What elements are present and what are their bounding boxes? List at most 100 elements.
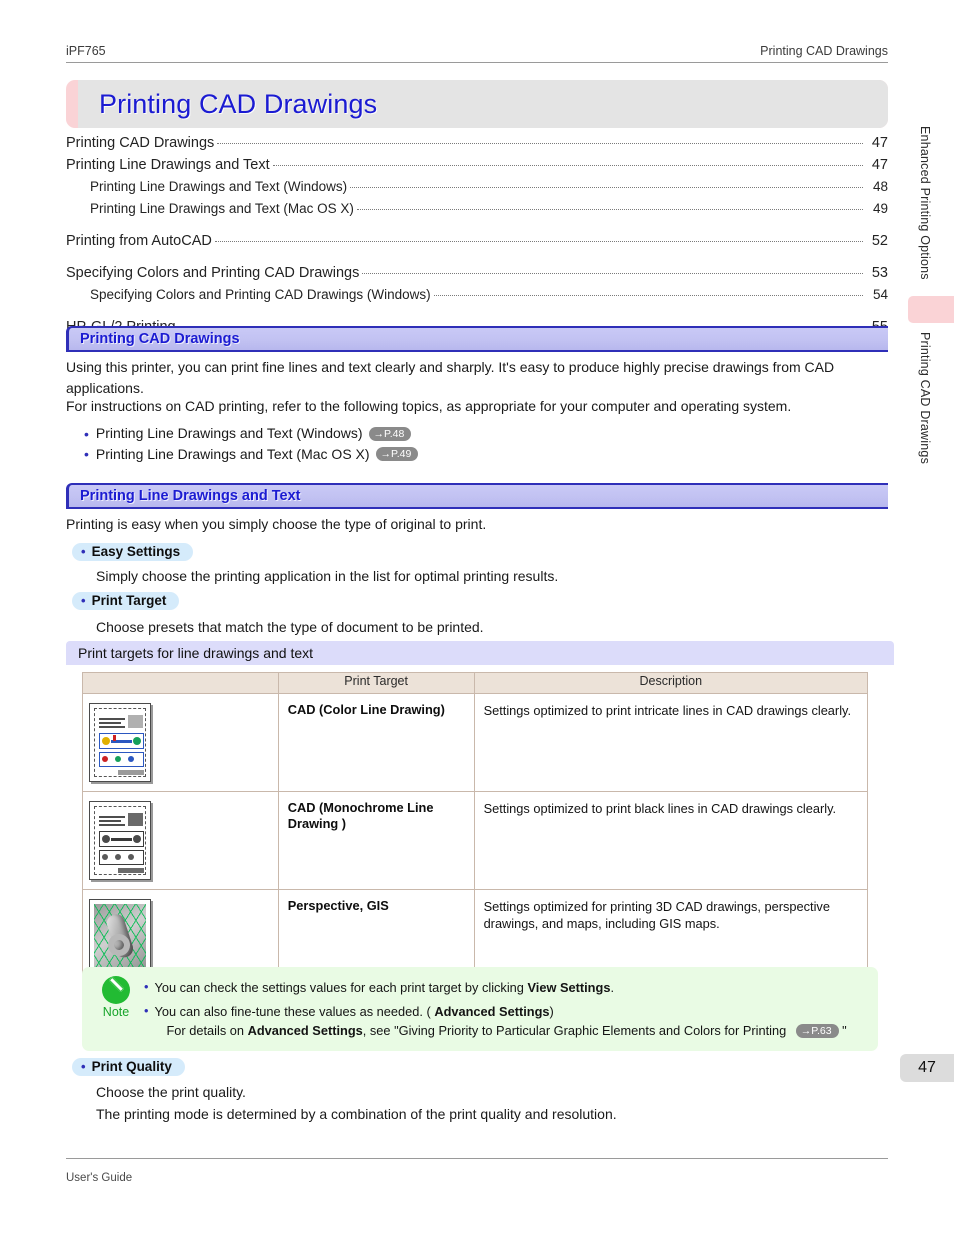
side-tab-marker <box>908 296 954 323</box>
footer-label: User's Guide <box>66 1172 133 1184</box>
easy-settings-description: Simply choose the printing application i… <box>96 568 559 584</box>
print-target-description: Choose presets that match the type of do… <box>96 619 484 635</box>
cross-reference-item[interactable]: • Printing Line Drawings and Text (Mac OS… <box>84 445 888 465</box>
toc-leader-dots <box>214 241 863 242</box>
section1-link-list: • Printing Line Drawings and Text (Window… <box>84 424 888 465</box>
print-targets-table: Print Target Description CAD (Color Line… <box>82 672 869 988</box>
print-targets-subheading-label: Print targets for line drawings and text <box>78 645 314 661</box>
toc-entry-label: Specifying Colors and Printing CAD Drawi… <box>90 287 431 302</box>
section1-paragraph-2: For instructions on CAD printing, refer … <box>66 398 792 414</box>
section-heading-printing-line-drawings-and-text: Printing Line Drawings and Text <box>66 483 888 509</box>
table-row: CAD (Monochrome Line Drawing ) Settings … <box>82 791 869 890</box>
easy-settings-pill-wrap: • Easy Settings <box>72 543 194 561</box>
note-item: • You can also fine-tune these values as… <box>144 1002 866 1040</box>
chapter-title-banner: Printing CAD Drawings <box>66 80 888 128</box>
toc-entry-label: Printing Line Drawings and Text <box>66 157 270 173</box>
bullet-icon: • <box>144 1003 149 1018</box>
note-body: • You can check the settings values for … <box>144 978 866 1045</box>
toc-leader-dots <box>272 165 863 166</box>
bullet-icon: • <box>144 979 149 994</box>
toc-entry-page: 47 <box>871 135 888 151</box>
print-quality-pill: • Print Quality <box>72 1058 185 1076</box>
table-header-row: Print Target Description <box>82 672 869 694</box>
chapter-name: Printing CAD Drawings <box>760 44 888 58</box>
toc-leader-dots <box>362 273 863 274</box>
print-quality-pill-label: Print Quality <box>91 1059 172 1074</box>
cross-reference-label: Printing Line Drawings and Text (Windows… <box>95 425 363 441</box>
table-header-print-target: Print Target <box>277 672 475 694</box>
table-cell-thumbnail <box>82 791 279 890</box>
note-icon-column: Note <box>90 976 142 1019</box>
note-item: • You can check the settings values for … <box>144 978 866 997</box>
toc-entry-page: 54 <box>872 287 888 302</box>
toc-entry-page: 48 <box>872 179 888 194</box>
note-callout: Note • You can check the settings values… <box>82 967 878 1051</box>
side-tab-enhanced-printing-options[interactable]: Enhanced Printing Options <box>918 126 932 280</box>
toc-entry[interactable]: Printing from AutoCAD 52 <box>66 230 888 252</box>
printer-model: iPF765 <box>66 44 106 58</box>
cad-color-line-drawing-thumbnail-icon <box>89 703 151 782</box>
toc-entry-label: Printing Line Drawings and Text (Windows… <box>90 179 348 194</box>
toc-entry-label: Printing CAD Drawings <box>66 135 215 151</box>
toc-entry[interactable]: Specifying Colors and Printing CAD Drawi… <box>66 262 888 284</box>
section-heading-printing-cad-drawings: Printing CAD Drawings <box>66 326 888 352</box>
print-target-pill-label: Print Target <box>91 593 167 608</box>
page-reference-chip[interactable]: →P.48 <box>368 426 412 441</box>
print-quality-line-2: The printing mode is determined by a com… <box>96 1106 617 1122</box>
bullet-icon: • <box>81 593 86 608</box>
cross-reference-item[interactable]: • Printing Line Drawings and Text (Window… <box>84 424 888 444</box>
toc-leader-dots <box>217 143 863 144</box>
table-cell-print-target: CAD (Color Line Drawing) <box>277 693 475 792</box>
print-target-pill: • Print Target <box>72 592 180 610</box>
toc-entry-page: 52 <box>871 233 888 249</box>
easy-settings-pill-label: Easy Settings <box>91 544 181 559</box>
page-reference-chip[interactable]: →P.49 <box>375 447 419 462</box>
toc-entry-label: Printing Line Drawings and Text (Mac OS … <box>90 201 354 216</box>
bullet-icon: • <box>84 425 89 442</box>
toc-entry-page: 53 <box>871 265 888 281</box>
running-header: iPF765 Printing CAD Drawings <box>66 44 888 63</box>
toc-entry-page: 49 <box>872 201 888 216</box>
toc-entry-page: 47 <box>871 157 888 173</box>
easy-settings-pill: • Easy Settings <box>72 543 194 561</box>
pencil-icon <box>102 976 130 1004</box>
bullet-icon: • <box>84 446 89 463</box>
section1-paragraph-1: Using this printer, you can print fine l… <box>66 359 835 396</box>
section-heading-label: Printing CAD Drawings <box>80 331 240 347</box>
table-cell-description: Settings optimized to print intricate li… <box>473 693 869 792</box>
section2-paragraph-1: Printing is easy when you simply choose … <box>66 516 487 532</box>
note-item-text: You can check the settings values for ea… <box>154 980 614 995</box>
toc-entry[interactable]: Printing CAD Drawings 47 <box>66 132 888 154</box>
table-header-image <box>82 672 279 694</box>
side-tab-printing-cad-drawings[interactable]: Printing CAD Drawings <box>918 332 932 464</box>
table-cell-description: Settings optimized to print black lines … <box>473 791 869 890</box>
chapter-title-banner-body: Printing CAD Drawings <box>78 80 888 128</box>
toc-entry[interactable]: Printing Line Drawings and Text 47 <box>66 154 888 176</box>
print-quality-pill-wrap: • Print Quality <box>72 1058 185 1076</box>
table-cell-thumbnail <box>82 693 279 792</box>
note-label: Note <box>102 1005 130 1019</box>
print-target-pill-wrap: • Print Target <box>72 592 180 610</box>
table-row: CAD (Color Line Drawing) Settings optimi… <box>82 693 869 792</box>
cross-reference-label: Printing Line Drawings and Text (Mac OS … <box>95 445 370 462</box>
note-item-text: You can also fine-tune these values as n… <box>154 1004 847 1038</box>
toc-entry-label: Printing from AutoCAD <box>66 233 212 249</box>
toc-leader-dots <box>350 187 863 188</box>
page-number-badge: 47 <box>900 1054 954 1082</box>
print-quality-line-1: Choose the print quality. <box>96 1084 246 1100</box>
toc-entry[interactable]: Printing Line Drawings and Text (Windows… <box>66 176 888 198</box>
footer-divider <box>66 1158 888 1159</box>
print-targets-subheading: Print targets for line drawings and text <box>66 641 894 665</box>
cad-monochrome-line-drawing-thumbnail-icon <box>89 801 151 880</box>
toc-entry[interactable]: Specifying Colors and Printing CAD Drawi… <box>66 284 888 306</box>
table-cell-print-target: CAD (Monochrome Line Drawing ) <box>277 791 475 890</box>
bullet-icon: • <box>81 544 86 559</box>
toc-entry-label: Specifying Colors and Printing CAD Drawi… <box>66 265 360 281</box>
toc-leader-dots <box>356 209 863 210</box>
table-header-description: Description <box>473 672 869 694</box>
toc-leader-dots <box>433 295 863 296</box>
page-reference-chip[interactable]: →P.63 <box>795 1024 839 1038</box>
toc-entry[interactable]: Printing Line Drawings and Text (Mac OS … <box>66 198 888 220</box>
page-title: Printing CAD Drawings <box>99 88 378 119</box>
bullet-icon: • <box>81 1059 86 1074</box>
